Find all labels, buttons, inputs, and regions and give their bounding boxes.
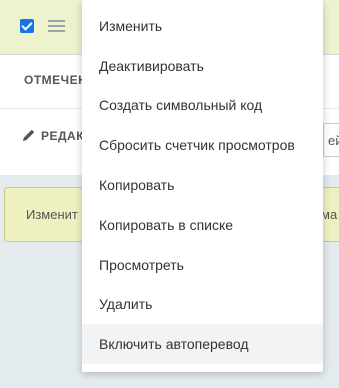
menu-item-reset-counter[interactable]: Сбросить счетчик просмотров <box>82 125 323 165</box>
menu-item-edit[interactable]: Изменить <box>82 6 323 46</box>
menu-item-deactivate[interactable]: Деактивировать <box>82 46 323 86</box>
context-menu: Изменить Деактивировать Создать символьн… <box>82 0 323 372</box>
menu-item-copy[interactable]: Копировать <box>82 165 323 205</box>
right-select[interactable]: ейс <box>323 123 339 157</box>
menu-item-view[interactable]: Просмотреть <box>82 245 323 285</box>
right-select-text: ейс <box>328 133 339 148</box>
menu-item-auto-translate[interactable]: Включить автоперевод <box>82 324 323 364</box>
change-button-label: Изменит <box>26 207 78 222</box>
change-button-label-right: ма <box>321 207 338 222</box>
edit-button[interactable]: РЕДАК <box>22 128 84 143</box>
edit-button-label: РЕДАК <box>41 129 85 143</box>
menu-item-delete[interactable]: Удалить <box>82 284 323 324</box>
marked-label: ОТМЕЧЕН <box>24 73 88 87</box>
menu-item-copy-in-list[interactable]: Копировать в списке <box>82 205 323 245</box>
pencil-icon <box>23 129 35 141</box>
row-checkbox[interactable] <box>20 19 34 33</box>
hamburger-menu-icon[interactable] <box>48 20 65 32</box>
menu-item-create-code[interactable]: Создать символьный код <box>82 85 323 125</box>
